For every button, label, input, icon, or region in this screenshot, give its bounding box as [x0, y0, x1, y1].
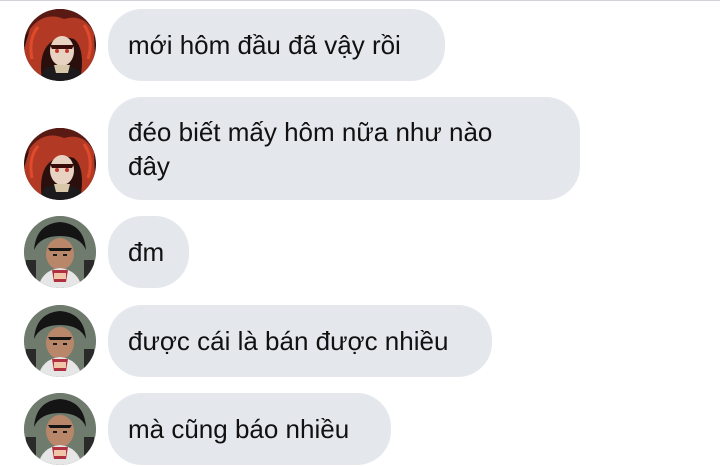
avatar-user-b-image [24, 393, 96, 465]
avatar-user-a[interactable] [24, 128, 96, 200]
message-text: được cái là bán được nhiều [128, 326, 449, 356]
message-text: mà cũng báo nhiều [128, 414, 350, 444]
message-bubble[interactable]: đéo biết mấy hôm nữa như nào đây [108, 97, 580, 200]
message-text: đm [128, 237, 165, 267]
avatar-user-a-image [24, 128, 96, 200]
avatar-user-a[interactable] [24, 9, 96, 81]
avatar-user-b[interactable] [24, 393, 96, 465]
message-text: đéo biết mấy hôm nữa như nào đây [128, 116, 493, 181]
avatar-user-a-image [24, 9, 96, 81]
message-bubble[interactable]: đm [108, 216, 189, 288]
avatar-user-b-image [24, 216, 96, 288]
top-divider [0, 0, 720, 1]
message-bubble[interactable]: được cái là bán được nhiều [108, 305, 492, 377]
avatar-user-b-image [24, 305, 96, 377]
message-text: mới hôm đầu đã vậy rồi [128, 30, 401, 60]
message-bubble[interactable]: mà cũng báo nhiều [108, 393, 391, 465]
message-bubble[interactable]: mới hôm đầu đã vậy rồi [108, 9, 445, 81]
avatar-user-b[interactable] [24, 305, 96, 377]
avatar-user-b[interactable] [24, 216, 96, 288]
